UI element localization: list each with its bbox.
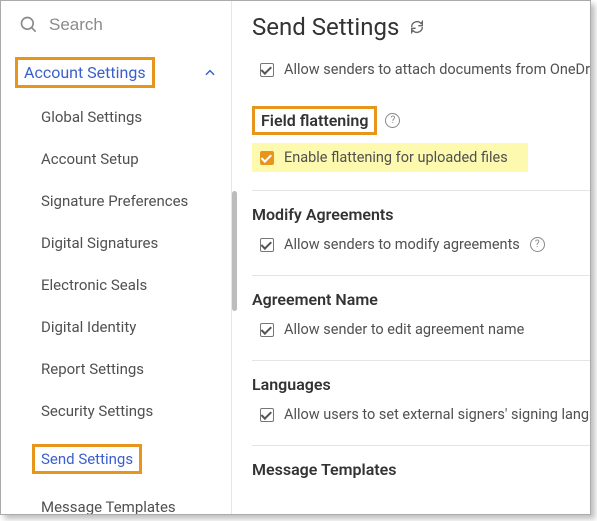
sidebar: Account Settings Global Settings Account…	[1, 1, 232, 514]
option-enable-flattening[interactable]: Enable flattening for uploaded files	[252, 143, 528, 172]
content-panel: Send Settings Allow senders to attach do…	[232, 1, 590, 514]
section-heading-agreement-name: Agreement Name	[252, 290, 378, 309]
sidebar-item-digital-signatures[interactable]: Digital Signatures	[1, 222, 231, 264]
checkbox-icon[interactable]	[260, 238, 274, 252]
divider	[252, 190, 590, 191]
option-external-signer-language[interactable]: Allow users to set external signers' sig…	[252, 402, 590, 427]
scrollbar-thumb[interactable]	[232, 191, 237, 311]
sidebar-item-label: Send Settings	[32, 444, 142, 474]
sidebar-group-account-settings[interactable]: Account Settings	[1, 49, 231, 96]
divider	[252, 360, 590, 361]
sidebar-item-digital-identity[interactable]: Digital Identity	[1, 306, 231, 348]
checkbox-icon[interactable]	[260, 151, 274, 165]
option-label: Allow users to set external signers' sig…	[284, 406, 590, 423]
sidebar-item-label: Signature Preferences	[41, 192, 188, 210]
sidebar-item-send-settings[interactable]: Send Settings	[1, 432, 231, 486]
checkbox-icon[interactable]	[260, 323, 274, 337]
sidebar-item-label: Report Settings	[41, 360, 144, 378]
sidebar-item-label: Global Settings	[41, 108, 142, 126]
option-modify-agreements[interactable]: Allow senders to modify agreements ?	[252, 232, 590, 257]
sidebar-item-global-settings[interactable]: Global Settings	[1, 96, 231, 138]
section-heading-languages: Languages	[252, 375, 331, 394]
section-heading-modify-agreements: Modify Agreements	[252, 205, 393, 224]
option-label: Allow senders to attach documents from O…	[284, 61, 590, 78]
option-attach-onedrive[interactable]: Allow senders to attach documents from O…	[252, 57, 590, 82]
option-label: Allow sender to edit agreement name	[284, 321, 524, 338]
option-label: Allow senders to modify agreements	[284, 236, 520, 253]
section-heading-message-templates: Message Templates	[252, 460, 397, 479]
sidebar-item-label: Message Templates	[41, 498, 176, 515]
search-field[interactable]	[1, 1, 231, 45]
sidebar-item-message-templates[interactable]: Message Templates	[1, 486, 231, 515]
sidebar-item-security-settings[interactable]: Security Settings	[1, 390, 231, 432]
sidebar-item-label: Digital Signatures	[41, 234, 158, 252]
divider	[252, 445, 590, 446]
sidebar-item-account-setup[interactable]: Account Setup	[1, 138, 231, 180]
sidebar-item-label: Account Setup	[41, 150, 139, 168]
refresh-icon[interactable]	[409, 19, 425, 35]
divider	[252, 275, 590, 276]
checkbox-icon[interactable]	[260, 408, 274, 422]
sidebar-item-electronic-seals[interactable]: Electronic Seals	[1, 264, 231, 306]
checkbox-icon[interactable]	[260, 63, 274, 77]
help-icon[interactable]: ?	[385, 113, 400, 128]
search-icon	[19, 15, 39, 35]
sidebar-item-label: Digital Identity	[41, 318, 136, 336]
sidebar-item-label: Electronic Seals	[41, 276, 147, 294]
sidebar-item-label: Security Settings	[41, 402, 153, 420]
help-icon[interactable]: ?	[530, 237, 545, 252]
sidebar-item-report-settings[interactable]: Report Settings	[1, 348, 231, 390]
sidebar-group-label: Account Settings	[15, 57, 155, 88]
section-heading-field-flattening: Field flattening	[252, 106, 377, 135]
option-edit-agreement-name[interactable]: Allow sender to edit agreement name	[252, 317, 590, 342]
option-label: Enable flattening for uploaded files	[284, 149, 508, 166]
chevron-up-icon	[203, 66, 217, 80]
page-title: Send Settings	[252, 13, 399, 41]
search-input[interactable]	[49, 15, 215, 35]
sidebar-item-signature-preferences[interactable]: Signature Preferences	[1, 180, 231, 222]
